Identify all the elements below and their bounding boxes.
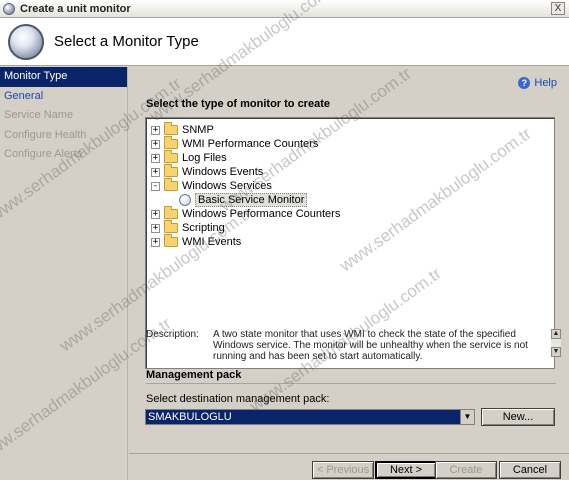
expand-icon[interactable]: + (151, 139, 160, 149)
tree-node-label: WMI Events (182, 236, 242, 248)
step-configure-alerts: Configure Alerts (4, 148, 83, 160)
folder-icon (164, 164, 178, 177)
page-title: Select a Monitor Type (54, 33, 199, 50)
title-bar: Create a unit monitor X (0, 0, 569, 18)
section-title: Select the type of monitor to create (146, 98, 330, 110)
description-scrollbar[interactable]: ▲ ▼ (551, 329, 561, 357)
chevron-down-icon[interactable]: ▼ (460, 410, 474, 424)
tree-node-label: Scripting (182, 222, 225, 234)
folder-icon (164, 220, 178, 233)
folder-icon (164, 206, 178, 219)
divider (146, 383, 556, 384)
tree-node-snmp[interactable]: + SNMP (151, 122, 214, 137)
cancel-button[interactable]: Cancel (499, 461, 561, 479)
monitor-icon (179, 194, 191, 206)
step-general[interactable]: General (0, 87, 127, 107)
tree-node-label: Windows Services (182, 180, 272, 192)
expand-icon[interactable]: + (151, 209, 160, 219)
wizard-header: Select a Monitor Type (0, 18, 569, 66)
description-text: A two state monitor that uses WMI to che… (213, 329, 528, 362)
help-label: Help (534, 77, 557, 89)
new-management-pack-button[interactable]: New... (481, 408, 555, 426)
management-pack-select-label: Select destination management pack: (146, 393, 330, 405)
tree-node-scripting[interactable]: + Scripting (151, 220, 225, 235)
step-configure-health: Configure Health (4, 128, 87, 141)
wizard-icon (8, 24, 44, 60)
previous-button: < Previous (312, 461, 374, 479)
tree-node-label: WMI Performance Counters (182, 138, 319, 150)
close-button[interactable]: X (551, 2, 565, 15)
folder-icon (164, 150, 178, 163)
folder-icon (164, 136, 178, 149)
expand-icon[interactable]: + (151, 167, 160, 177)
tree-node-windows-services[interactable]: - Windows Services (151, 178, 272, 193)
tree-node-windows-events[interactable]: + Windows Events (151, 164, 264, 179)
expand-icon[interactable]: + (151, 237, 160, 247)
main-panel: ? Help Select the type of monitor to cre… (129, 67, 569, 480)
step-monitor-type[interactable]: Monitor Type (0, 67, 127, 87)
folder-open-icon (164, 178, 178, 191)
help-link[interactable]: ? Help (518, 77, 557, 89)
window-title: Create a unit monitor (20, 2, 131, 15)
scroll-down-icon[interactable]: ▼ (551, 347, 561, 357)
tree-node-windows-performance-counters[interactable]: + Windows Performance Counters (151, 206, 341, 221)
tree-node-label: SNMP (182, 124, 214, 136)
combo-value: SMAKBULOGLU (148, 411, 232, 423)
tree-node-label: Windows Performance Counters (182, 208, 341, 220)
tree-node-label: Log Files (182, 152, 227, 164)
expand-icon[interactable]: + (151, 223, 160, 233)
next-button[interactable]: Next > (375, 461, 437, 479)
wizard-steps: Monitor Type General Service Name Config… (0, 67, 128, 480)
create-button: Create (435, 461, 497, 479)
tree-node-wmi-events[interactable]: + WMI Events (151, 234, 242, 249)
folder-icon (164, 234, 178, 247)
tree-node-log-files[interactable]: + Log Files (151, 150, 227, 165)
management-pack-combo[interactable]: SMAKBULOGLU ▼ (145, 409, 475, 425)
divider (129, 453, 569, 454)
scroll-track[interactable] (551, 339, 561, 347)
tree-node-label: Windows Events (182, 166, 264, 178)
app-icon (3, 2, 15, 15)
folder-icon (164, 122, 178, 135)
tree-node-label: Basic Service Monitor (195, 193, 308, 207)
description-label: Description: (146, 329, 199, 340)
collapse-icon[interactable]: - (151, 181, 160, 191)
expand-icon[interactable]: + (151, 153, 160, 163)
tree-node-basic-service-monitor[interactable]: Basic Service Monitor (179, 193, 308, 207)
management-pack-title: Management pack (146, 369, 242, 381)
expand-icon[interactable]: + (151, 125, 160, 135)
tree-node-wmi-performance-counters[interactable]: + WMI Performance Counters (151, 136, 319, 151)
step-service-name: Service Name (4, 109, 74, 121)
scroll-up-icon[interactable]: ▲ (551, 329, 561, 339)
help-icon: ? (518, 77, 531, 89)
